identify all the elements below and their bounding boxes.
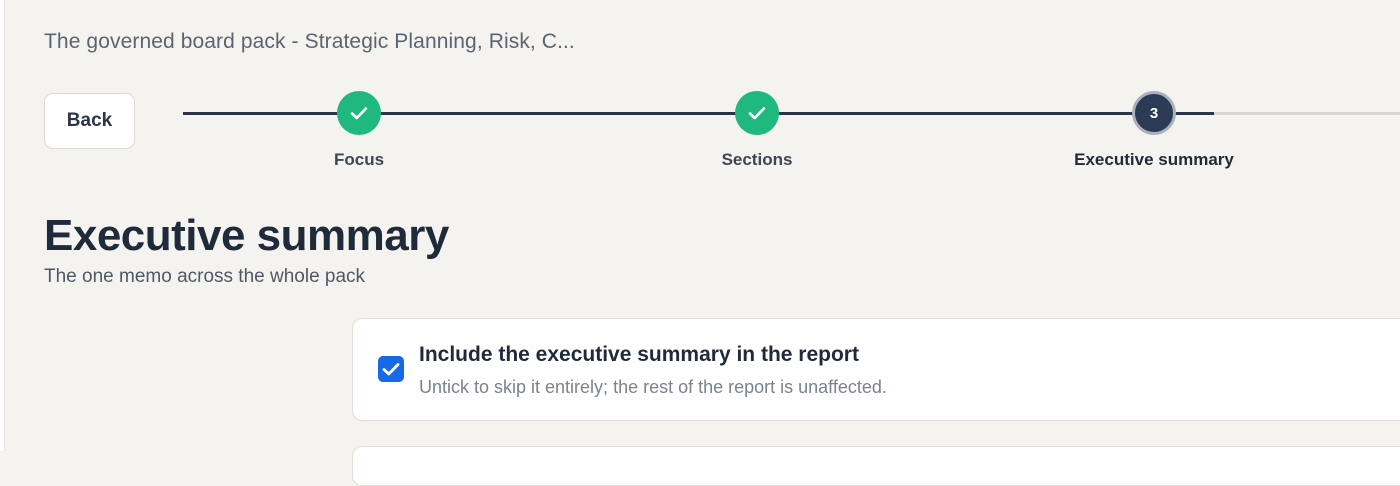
check-icon <box>748 107 766 120</box>
progress-stepper: Focus Sections 3 Executive summary <box>0 0 1400 200</box>
include-summary-hint: Untick to skip it entirely; the rest of … <box>419 377 887 397</box>
step-label: Executive summary <box>1074 150 1234 169</box>
step-sections[interactable]: Sections <box>637 91 877 170</box>
step-label: Focus <box>333 150 385 169</box>
section-heading: Executive summary <box>44 211 449 260</box>
include-summary-checkbox[interactable] <box>378 356 404 382</box>
include-summary-label[interactable]: Include the executive summary in the rep… <box>419 343 859 367</box>
checkmark-icon <box>382 363 400 376</box>
section-subtitle: The one memo across the whole pack <box>44 266 366 287</box>
step-executive-summary[interactable]: 3 Executive summary <box>1034 91 1274 170</box>
step-number-badge: 3 <box>1132 91 1176 135</box>
next-card <box>352 446 1400 486</box>
step-complete-badge <box>337 91 381 135</box>
check-icon <box>350 107 368 120</box>
step-complete-badge <box>735 91 779 135</box>
include-summary-card: Include the executive summary in the rep… <box>352 318 1400 421</box>
step-focus[interactable]: Focus <box>239 91 479 170</box>
step-label: Sections <box>721 150 793 169</box>
